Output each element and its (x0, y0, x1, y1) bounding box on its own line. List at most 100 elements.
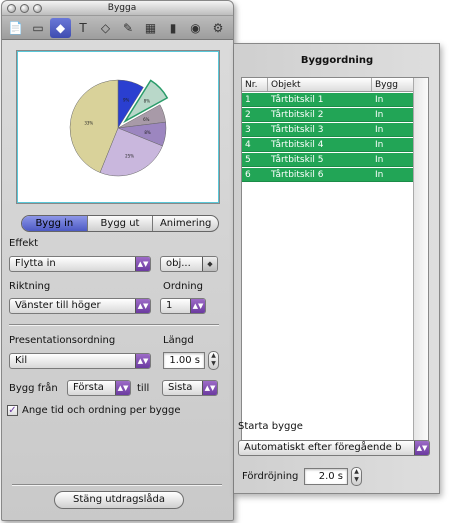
per-build-checkbox[interactable]: ✓ (7, 405, 18, 416)
close-window-button[interactable] (7, 4, 16, 13)
minimize-window-button[interactable] (20, 4, 29, 13)
column-header-object[interactable]: Objekt (268, 78, 372, 91)
presentation-order-popup[interactable]: Kil ▲▼ (9, 353, 151, 369)
cell-nr: 2 (245, 110, 251, 120)
text-tool-button[interactable]: T (73, 18, 94, 38)
slide-icon: ▭ (32, 21, 44, 35)
table-row[interactable]: 2 Tårtbitskil 2 In (242, 108, 414, 122)
cell-object: Tårtbitskil 1 (271, 95, 324, 105)
text-icon: T (79, 21, 87, 35)
settings-tool-button[interactable]: ⚙ (208, 18, 229, 38)
document-tool-button[interactable]: 📄 (5, 18, 26, 38)
table-row[interactable]: 4 Tårtbitskil 4 In (242, 138, 414, 152)
chevron-down-icon: ▲▼ (202, 381, 217, 395)
order-value: 1 (166, 300, 173, 311)
pie-slice-label: 25% (125, 153, 134, 158)
effect-object-popup[interactable]: obj... ◆ (160, 256, 218, 272)
pie-slice-label: 8% (144, 130, 151, 135)
duration-field[interactable]: 1.00 s (163, 352, 205, 369)
chart-tool-button[interactable]: ▮ (163, 18, 184, 38)
pie-slice-label: 9% (123, 97, 130, 102)
table-tool-button[interactable]: ▦ (140, 18, 161, 38)
graphic-icon: ◇ (100, 21, 111, 35)
direction-value: Vänster till höger (15, 300, 101, 311)
delay-label: Fördröjning (242, 471, 299, 482)
build-to-value: Sista (168, 382, 193, 393)
cell-object: Tårtbitskil 6 (271, 170, 324, 180)
build-from-popup[interactable]: Första ▲▼ (67, 380, 131, 396)
build-order-drawer: Byggordning Nr. Objekt Bygg 1 Tårtbitskil… (234, 43, 440, 494)
table-header: Nr. Objekt Bygg (242, 78, 414, 92)
cell-nr: 6 (245, 170, 251, 180)
build-from-label: Bygg från (9, 383, 58, 394)
media-tool-button[interactable]: ◉ (185, 18, 206, 38)
table-row[interactable]: 1 Tårtbitskil 1 In (242, 93, 414, 107)
effect-object-value: obj... (166, 258, 191, 269)
start-build-value: Automatiskt efter föregående b (244, 442, 402, 453)
vertical-scrollbar[interactable] (413, 78, 428, 451)
cell-object: Tårtbitskil 3 (271, 125, 324, 135)
cell-build: In (375, 155, 384, 165)
table-row[interactable]: 6 Tårtbitskil 6 In (242, 168, 414, 182)
delay-field[interactable]: 2.0 s (304, 468, 348, 485)
presentation-order-label: Presentationsordning (9, 335, 116, 346)
per-build-label: Ange tid och ordning per bygge (22, 405, 181, 416)
cell-build: In (375, 125, 384, 135)
metrics-icon: ✎ (122, 21, 134, 35)
duration-stepper[interactable]: ▲ ▼ (208, 351, 219, 370)
tab-animation[interactable]: Animering (153, 216, 218, 231)
effect-label: Effekt (9, 238, 39, 249)
pie-preview: 9% 8% 6% 8% 25% 33% (69, 79, 169, 177)
pie-slice-label: 33% (84, 120, 93, 125)
build-tabs: Bygg in Bygg ut Animering (21, 215, 219, 232)
order-popup[interactable]: 1 ▲▼ (160, 298, 206, 314)
direction-label: Riktning (9, 281, 51, 292)
build-preview: 9% 8% 6% 8% 25% 33% (16, 50, 220, 204)
inspector-toolbar: 📄 ▭ ◆ T ◇ ✎ ▦ ▮ ◉ ⚙ (2, 16, 233, 40)
duration-label: Längd (163, 335, 194, 346)
column-header-build[interactable]: Bygg (372, 78, 414, 91)
close-drawer-button[interactable]: Stäng utdragslåda (54, 491, 184, 509)
table-row[interactable]: 3 Tårtbitskil 3 In (242, 123, 414, 137)
cell-build: In (375, 110, 384, 120)
chevron-updown-icon: ◆ (202, 257, 217, 271)
build-to-label: till (137, 383, 150, 394)
effect-value: Flytta in (15, 258, 56, 269)
tab-build-in[interactable]: Bygg in (22, 216, 88, 231)
table-row[interactable]: 5 Tårtbitskil 5 In (242, 153, 414, 167)
media-icon: ◉ (190, 21, 201, 35)
build-order-table: Nr. Objekt Bygg 1 Tårtbitskil 1 In 2 Tårtbit… (241, 77, 429, 452)
cell-object: Tårtbitskil 5 (271, 155, 324, 165)
start-build-popup[interactable]: Automatiskt efter föregående b ▲▼ (238, 440, 430, 456)
window-title: Bygga (107, 3, 137, 13)
cell-nr: 4 (245, 140, 251, 150)
cell-nr: 3 (245, 125, 251, 135)
metrics-tool-button[interactable]: ✎ (118, 18, 139, 38)
direction-popup[interactable]: Vänster till höger ▲▼ (9, 298, 151, 314)
chevron-down-icon: ▲▼ (190, 299, 205, 313)
chart-icon: ▮ (169, 21, 177, 35)
graphic-tool-button[interactable]: ◇ (95, 18, 116, 38)
chevron-down-icon: ▲▼ (135, 354, 150, 368)
chevron-down-icon: ▲▼ (115, 381, 130, 395)
build-to-popup[interactable]: Sista ▲▼ (162, 380, 218, 396)
pie-slice-label: 6% (143, 117, 150, 122)
chevron-down-icon: ▲▼ (414, 441, 429, 455)
zoom-window-button[interactable] (33, 4, 42, 13)
order-label: Ordning (163, 281, 203, 292)
build-tool-button[interactable]: ◆ (50, 18, 71, 38)
divider (12, 484, 222, 486)
build-inspector-window: Bygga 📄 ▭ ◆ T ◇ ✎ ▦ ▮ ◉ ⚙ 9% 8% 6% 8% 25% 33% Bygg in … (1, 0, 234, 521)
tab-build-out[interactable]: Bygg ut (88, 216, 154, 231)
delay-stepper[interactable]: ▲ ▼ (351, 467, 362, 486)
build-from-value: Första (73, 382, 104, 393)
cell-build: In (375, 95, 384, 105)
cell-nr: 1 (245, 95, 251, 105)
cell-object: Tårtbitskil 4 (271, 140, 324, 150)
cell-nr: 5 (245, 155, 251, 165)
column-header-nr[interactable]: Nr. (242, 78, 268, 91)
title-bar[interactable]: Bygga (2, 1, 233, 16)
slide-tool-button[interactable]: ▭ (28, 18, 49, 38)
effect-popup[interactable]: Flytta in ▲▼ (9, 256, 151, 272)
divider (9, 324, 219, 326)
